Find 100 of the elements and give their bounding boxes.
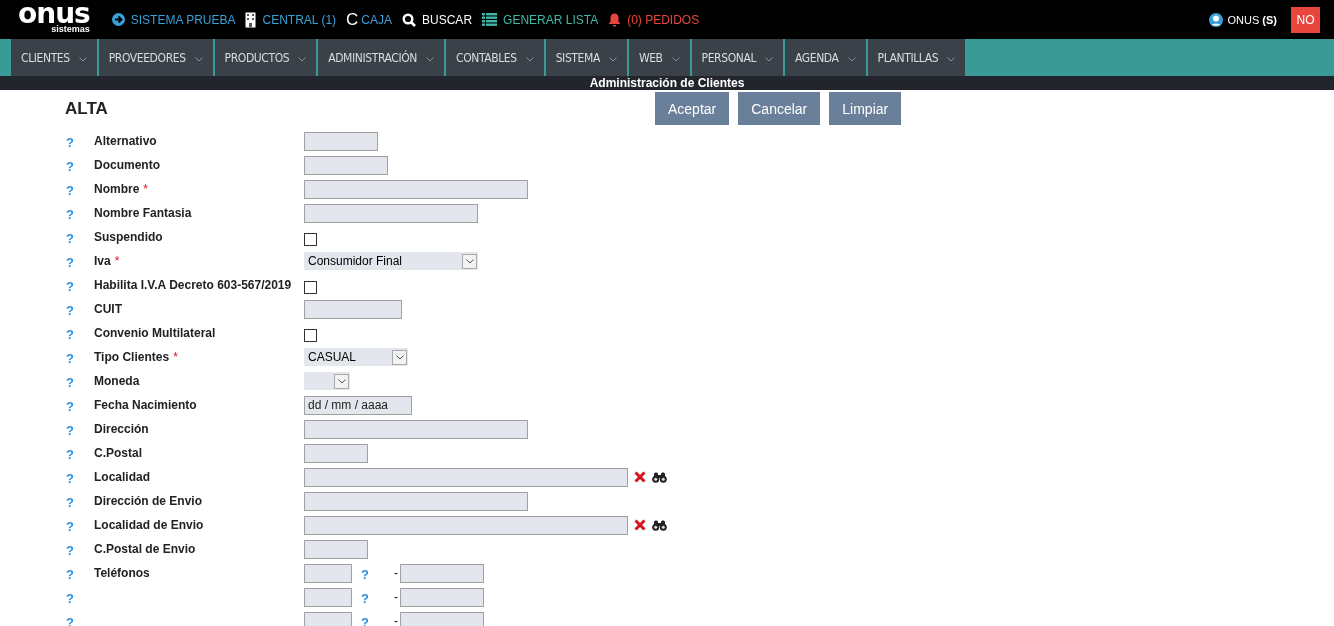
checkbox[interactable]	[304, 232, 317, 246]
chevron-down-icon	[608, 56, 617, 62]
input-field[interactable]	[304, 131, 378, 151]
building-icon	[245, 11, 257, 28]
field-label: Alternativo	[94, 134, 157, 148]
menu-item[interactable]: CLIENTES	[11, 39, 97, 76]
input-field[interactable]	[304, 563, 352, 583]
nav-link[interactable]: (0) PEDIDOS	[608, 12, 700, 27]
checkbox[interactable]	[304, 280, 317, 294]
dropdown[interactable]: Consumidor Final	[304, 252, 478, 270]
input-field[interactable]	[304, 443, 368, 463]
separator-text: -	[394, 590, 398, 604]
binoculars-icon	[652, 471, 667, 483]
help-icon[interactable]: ?	[360, 591, 370, 606]
bell-icon	[608, 12, 622, 27]
help-icon[interactable]: ?	[65, 471, 75, 486]
input-field[interactable]	[304, 203, 478, 223]
menu-item[interactable]: PERSONAL	[691, 39, 784, 76]
section-title: Administración de Clientes	[589, 76, 745, 90]
help-icon[interactable]: ?	[65, 375, 75, 390]
menu-item[interactable]: ADMINISTRACIÓN	[318, 39, 444, 76]
chevron-down-icon	[298, 56, 307, 62]
menu-item[interactable]: AGENDA	[785, 39, 866, 76]
chevron-down-icon	[194, 56, 203, 62]
input-field[interactable]	[304, 179, 528, 199]
field-label: Convenio Multilateral	[94, 326, 216, 340]
help-icon[interactable]: ?	[65, 279, 75, 294]
field-label: CUIT	[94, 302, 122, 316]
nav-link[interactable]: BUSCAR	[402, 12, 473, 27]
input-field[interactable]	[304, 491, 528, 511]
menu-item[interactable]: WEB	[628, 39, 690, 76]
chevron-down-icon	[525, 56, 534, 62]
date-field[interactable]: dd / mm / aaaa	[304, 395, 412, 415]
input-field[interactable]	[400, 611, 484, 626]
form-title: ALTA	[65, 98, 109, 119]
input-field[interactable]	[304, 611, 352, 626]
field-label: C.Postal de Envio	[94, 542, 196, 556]
help-icon[interactable]: ?	[65, 519, 75, 534]
menu-item[interactable]: SISTEMA	[545, 39, 627, 76]
field-label: Fecha Nacimiento	[94, 398, 197, 412]
menu-item[interactable]: PROVEEDORES	[98, 39, 213, 76]
input-field[interactable]	[304, 419, 528, 439]
form-button[interactable]: Cancelar	[738, 92, 821, 125]
chevron-down-icon	[765, 56, 774, 62]
form-button[interactable]: Aceptar	[655, 92, 730, 125]
menu-item[interactable]: CONTABLES	[446, 39, 544, 76]
nav-link[interactable]: CENTRAL (1)	[245, 11, 337, 28]
help-icon[interactable]: ?	[65, 159, 75, 174]
binoculars-icon	[652, 519, 667, 531]
field-label: Tipo Clientes	[94, 350, 170, 364]
chevron-down-icon	[947, 56, 956, 62]
help-icon[interactable]: ?	[65, 135, 75, 150]
help-icon[interactable]: ?	[65, 447, 75, 462]
input-field[interactable]	[304, 539, 368, 559]
field-label: C.Postal	[94, 446, 142, 460]
checkbox[interactable]	[304, 328, 317, 342]
form-button[interactable]: Limpiar	[829, 92, 902, 125]
help-icon[interactable]: ?	[65, 591, 75, 606]
help-icon[interactable]: ?	[65, 351, 75, 366]
help-icon[interactable]: ?	[360, 567, 370, 582]
input-field[interactable]	[304, 515, 628, 535]
help-icon[interactable]: ?	[65, 495, 75, 510]
nav-link[interactable]: GENERAR LISTA	[482, 12, 599, 27]
field-label: Moneda	[94, 374, 140, 388]
dropdown[interactable]	[304, 372, 350, 390]
dropdown[interactable]: CASUAL	[304, 348, 408, 366]
help-icon[interactable]: ?	[65, 543, 75, 558]
help-icon[interactable]: ?	[65, 183, 75, 198]
chevron-down-icon	[671, 56, 680, 62]
required-mark: *	[143, 182, 148, 196]
required-mark: *	[173, 350, 178, 364]
help-icon[interactable]: ?	[65, 303, 75, 318]
user-menu[interactable]: ONUS (S)	[1209, 12, 1277, 27]
input-field[interactable]	[400, 563, 484, 583]
input-field[interactable]	[304, 467, 628, 487]
help-icon[interactable]: ?	[65, 327, 75, 342]
nav-link[interactable]: SISTEMA PRUEBA	[111, 12, 236, 27]
nav-link[interactable]: C CAJA	[346, 9, 393, 30]
input-field[interactable]	[304, 299, 402, 319]
input-field[interactable]	[304, 587, 352, 607]
chevron-down-icon	[337, 378, 346, 384]
help-icon[interactable]: ?	[65, 423, 75, 438]
input-field[interactable]	[400, 587, 484, 607]
help-icon[interactable]: ?	[65, 255, 75, 270]
help-icon[interactable]: ?	[65, 399, 75, 414]
menu-item[interactable]: PRODUCTOS	[214, 39, 317, 76]
separator-text: -	[394, 614, 398, 626]
help-icon[interactable]: ?	[65, 231, 75, 246]
help-icon[interactable]: ?	[65, 207, 75, 222]
input-field[interactable]	[304, 155, 388, 175]
chevron-down-icon	[465, 258, 474, 264]
list-icon	[482, 13, 498, 26]
help-icon[interactable]: ?	[65, 567, 75, 582]
field-label: Dirección de Envio	[94, 494, 203, 508]
required-mark: *	[114, 254, 120, 268]
exit-button[interactable]: NO	[1291, 6, 1320, 33]
field-label: Dirección	[94, 422, 149, 436]
field-label: Nombre	[94, 182, 140, 196]
field-label: Documento	[94, 158, 160, 172]
menu-item[interactable]: PLANTILLAS	[867, 39, 966, 76]
